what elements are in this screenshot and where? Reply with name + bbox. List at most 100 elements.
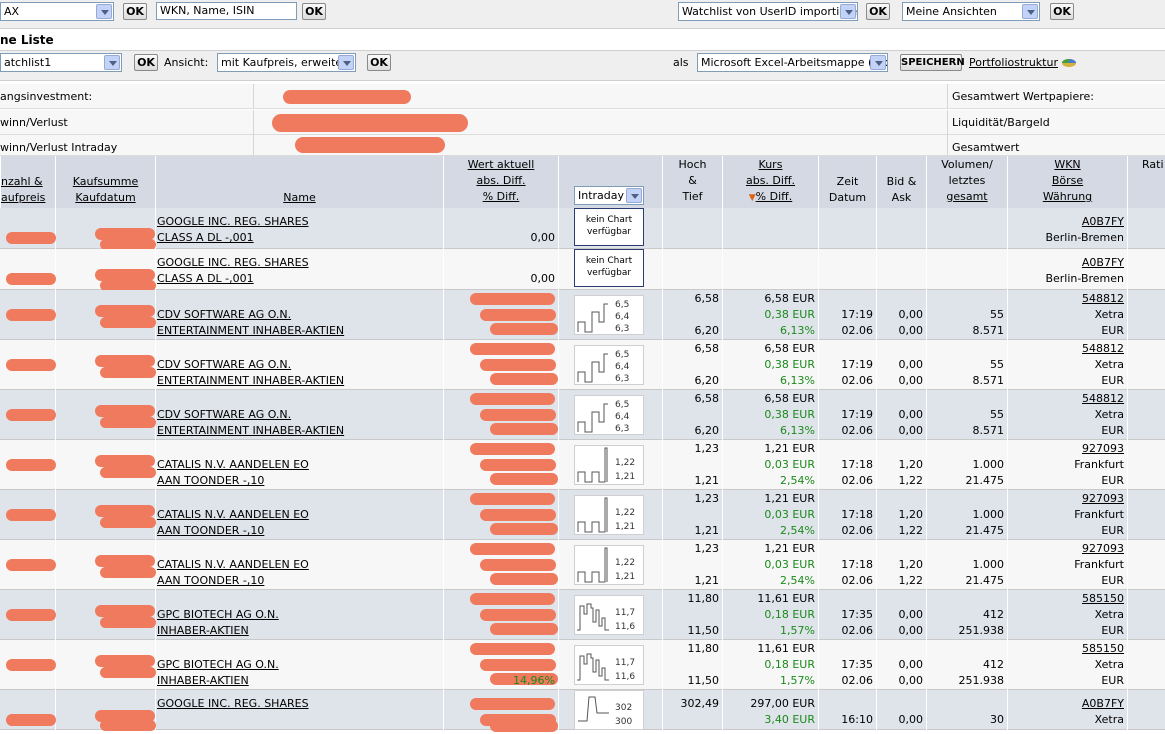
summary-label: winn/Verlust Intraday <box>0 141 118 154</box>
bid-value: 0,00 <box>898 713 924 726</box>
header-anzahl[interactable]: nzahl & aufpreis <box>0 156 55 208</box>
views-select[interactable]: Meine Ansichten <box>902 2 1040 21</box>
price-value: 6,58 EUR <box>764 292 815 305</box>
wkn-link[interactable]: A0B7FY <box>1007 696 1124 712</box>
wkn-link[interactable]: 585150 <box>1007 591 1124 607</box>
high-value: 1,23 <box>694 492 720 505</box>
stock-name-line2[interactable]: AAN TOONDER -,10 <box>157 573 443 589</box>
stock-name-line2[interactable]: ENTERTAINMENT INHABER-AKTIEN <box>157 423 443 439</box>
format-select[interactable]: Microsoft Excel-Arbeitsmappe (*.xls) <box>697 53 888 72</box>
chevron-down-icon <box>840 4 856 19</box>
market-select[interactable]: AX <box>0 2 114 21</box>
stock-name-line2[interactable]: INHABER-AKTIEN <box>157 623 443 639</box>
price-line <box>577 447 608 483</box>
pie-chart-icon[interactable] <box>1061 56 1077 68</box>
header-rating[interactable]: Rati <box>1127 156 1165 208</box>
column-divider <box>1127 208 1128 249</box>
volume-last: 55 <box>990 358 1004 371</box>
chart-tick-label: 11,6 <box>615 622 636 632</box>
column-divider <box>155 440 156 490</box>
ok-button-market[interactable]: OK <box>123 3 147 20</box>
watchlist-select[interactable]: atchlist1 <box>0 53 122 72</box>
header-wert[interactable]: Wert aktuell abs. Diff. % Diff. <box>443 156 558 208</box>
abs-diff-value: 3,40 EUR <box>764 713 815 726</box>
intraday-chart[interactable]: 6,5 6,4 6,3 <box>574 395 644 435</box>
stock-name-line2[interactable]: CLASS A DL -,001 <box>157 271 443 287</box>
volume-total: 21.475 <box>965 524 1005 537</box>
intraday-select[interactable]: Intraday <box>574 186 644 205</box>
wkn-link[interactable]: 927093 <box>1007 441 1124 457</box>
stock-name-line2[interactable]: AAN TOONDER -,10 <box>157 473 443 489</box>
ask-value: 0,00 <box>898 624 924 637</box>
redaction-scribble <box>480 609 556 621</box>
chart-tick-label: 6,3 <box>615 424 630 434</box>
stock-name-link[interactable]: GPC BIOTECH AG O.N. <box>157 657 443 673</box>
wkn-link[interactable]: 927093 <box>1007 491 1124 507</box>
header-kurs[interactable]: Kurs abs. Diff. ▼% Diff. <box>722 156 818 208</box>
save-button[interactable]: SPEICHERN <box>900 54 965 71</box>
format-select-value: Microsoft Excel-Arbeitsmappe (*.xls) <box>701 56 888 69</box>
stock-name-link[interactable]: CDV SOFTWARE AG O.N. <box>157 357 443 373</box>
ok-button-view[interactable]: OK <box>367 54 391 71</box>
header-volumen[interactable]: Volumen/letztes gesamt <box>926 156 1007 208</box>
stock-name-link[interactable]: GPC BIOTECH AG O.N. <box>157 607 443 623</box>
wkn-link[interactable]: 927093 <box>1007 541 1124 557</box>
chart-tick-label: 1,22 <box>615 458 636 468</box>
stock-name-link[interactable]: GOOGLE INC. REG. SHARES <box>157 255 443 271</box>
redaction-scribble <box>470 293 555 305</box>
stock-name-link[interactable]: CATALIS N.V. AANDELEN EO <box>157 507 443 523</box>
ok-button-import[interactable]: OK <box>866 3 890 20</box>
wkn-link[interactable]: A0B7FY <box>1007 214 1124 230</box>
currency-value: EUR <box>1101 424 1124 437</box>
stock-name-line2[interactable]: INHABER-AKTIEN <box>157 673 443 689</box>
header-kaufsumme[interactable]: Kaufsumme Kaufdatum <box>55 156 155 208</box>
currency-value: EUR <box>1101 524 1124 537</box>
header-text: Bid & <box>886 175 917 188</box>
ok-button-search[interactable]: OK <box>302 3 326 20</box>
stock-name-link[interactable]: GOOGLE INC. REG. SHARES <box>157 696 443 712</box>
date-value: 02.06 <box>841 374 874 387</box>
wkn-link[interactable]: 585150 <box>1007 641 1124 657</box>
intraday-chart[interactable]: 11,7 11,6 <box>574 645 644 685</box>
view-select[interactable]: mit Kaufpreis, erweitert <box>217 53 356 72</box>
intraday-chart[interactable]: 11,7 11,6 <box>574 595 644 635</box>
column-divider <box>558 249 559 290</box>
header-wkn[interactable]: WKN Börse Währung <box>1007 156 1127 208</box>
high-value: 1,23 <box>694 542 720 555</box>
header-name[interactable]: Name <box>155 156 443 208</box>
stock-name-line2[interactable]: ENTERTAINMENT INHABER-AKTIEN <box>157 373 443 389</box>
stock-name-link[interactable]: GOOGLE INC. REG. SHARES <box>157 214 443 230</box>
chart-tick-label: 300 <box>615 717 633 727</box>
wkn-link[interactable]: 548812 <box>1007 391 1124 407</box>
portfolio-link[interactable]: Portfoliostruktur <box>969 56 1058 70</box>
summary-row: angsinvestment: Gesamtwert Wertpapiere: <box>0 84 1165 109</box>
exchange-value: Xetra <box>1094 408 1124 421</box>
search-input[interactable]: WKN, Name, ISIN <box>156 2 297 20</box>
stock-name-link[interactable]: CATALIS N.V. AANDELEN EO <box>157 457 443 473</box>
import-select[interactable]: Watchlist von UserID importieren <box>678 2 858 21</box>
redaction-scribble <box>95 655 155 667</box>
ok-button-watchlist[interactable]: OK <box>134 54 158 71</box>
stock-name-line2[interactable]: ENTERTAINMENT INHABER-AKTIEN <box>157 323 443 339</box>
column-divider <box>1127 249 1128 290</box>
date-value: 02.06 <box>841 674 874 687</box>
intraday-chart[interactable]: 1,22 1,21 <box>574 495 644 535</box>
chart-tick-label: 1,22 <box>615 558 636 568</box>
stock-name-link[interactable]: CATALIS N.V. AANDELEN EO <box>157 557 443 573</box>
volume-total: 8.571 <box>972 324 1005 337</box>
redaction-scribble <box>100 617 156 628</box>
intraday-chart[interactable]: 6,5 6,4 6,3 <box>574 345 644 385</box>
ok-button-views[interactable]: OK <box>1050 3 1074 20</box>
wkn-link[interactable]: 548812 <box>1007 341 1124 357</box>
redaction-scribble <box>95 555 155 567</box>
intraday-chart[interactable]: 302 300 <box>574 690 644 730</box>
stock-name-link[interactable]: CDV SOFTWARE AG O.N. <box>157 307 443 323</box>
intraday-chart[interactable]: 6,5 6,4 6,3 <box>574 295 644 335</box>
wkn-link[interactable]: 548812 <box>1007 291 1124 307</box>
wkn-link[interactable]: A0B7FY <box>1007 255 1124 271</box>
intraday-chart[interactable]: 1,22 1,21 <box>574 445 644 485</box>
intraday-chart[interactable]: 1,22 1,21 <box>574 545 644 585</box>
stock-name-link[interactable]: CDV SOFTWARE AG O.N. <box>157 407 443 423</box>
stock-name-line2[interactable]: AAN TOONDER -,10 <box>157 523 443 539</box>
stock-name-line2[interactable]: CLASS A DL -,001 <box>157 230 443 246</box>
